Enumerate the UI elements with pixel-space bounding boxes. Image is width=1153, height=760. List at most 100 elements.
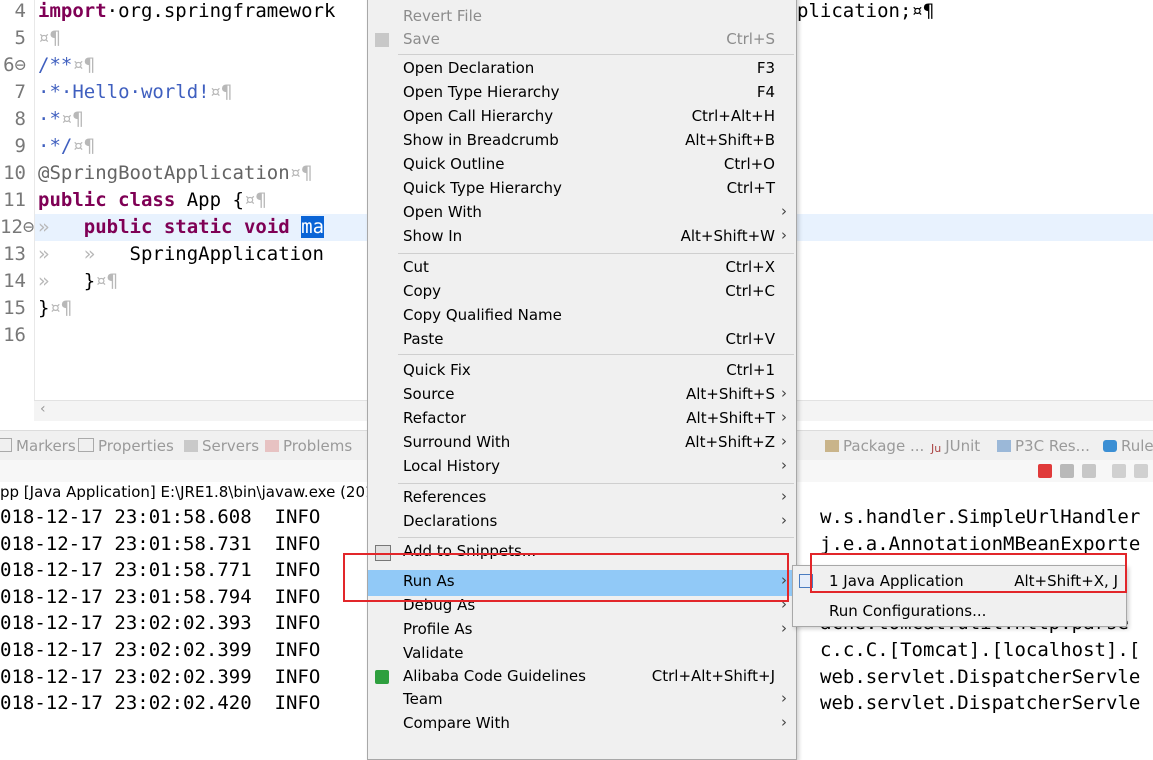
scroll-lock-icon[interactable]	[1134, 464, 1148, 478]
menu-item-shortcut: Ctrl+S	[726, 30, 775, 48]
log-line-right: w.s.handler.SimpleUrlHandler	[820, 506, 1141, 528]
code-line[interactable]: ·*/¤¶	[38, 133, 95, 160]
menu-item-label: Open Type Hierarchy	[403, 83, 560, 101]
menu-item-declarations[interactable]: Declarations ›	[368, 510, 796, 534]
remove-launch-icon[interactable]	[1060, 464, 1074, 478]
menu-item-profile-as[interactable]: Profile As ›	[368, 618, 796, 642]
tab-label: Markers	[16, 437, 76, 455]
code-token: ¤¶	[72, 54, 96, 76]
menu-item-open-type-hierarchy[interactable]: Open Type Hierarchy F4	[368, 81, 796, 105]
log-line-left: 018-12-17 23:02:02.420 INFO	[0, 692, 321, 715]
tab-package-explorer[interactable]: Package ...	[825, 437, 924, 455]
tab-servers[interactable]: Servers	[184, 437, 259, 455]
line-number: 12⊖	[0, 216, 35, 238]
code-line[interactable]: /**¤¶	[38, 52, 95, 79]
code-token: » »	[38, 243, 130, 265]
code-line[interactable]: ·*¤¶	[38, 106, 84, 133]
menu-item-copy-qualified-name[interactable]: Copy Qualified Name	[368, 304, 796, 328]
tab-label: Problems	[283, 437, 353, 455]
p3c-icon	[997, 440, 1011, 452]
line-number: 6⊖	[3, 54, 26, 76]
menu-item-label: Source	[403, 385, 455, 403]
scroll-left-icon[interactable]: ‹	[40, 401, 46, 417]
servers-icon	[184, 440, 198, 452]
code-line[interactable]: }¤¶	[38, 295, 72, 322]
tab-properties[interactable]: Properties	[78, 437, 174, 455]
menu-item-validate[interactable]: Validate	[368, 642, 796, 666]
menu-item-revert-file: Revert File	[368, 5, 796, 29]
terminate-icon[interactable]	[1038, 464, 1052, 478]
code-line[interactable]: » » SpringApplication	[38, 241, 324, 268]
code-line[interactable]: » }¤¶	[38, 268, 118, 295]
menu-item-copy[interactable]: Copy Ctrl+C	[368, 280, 796, 304]
menu-item-open-declaration[interactable]: Open Declaration F3	[368, 57, 796, 81]
save-icon	[375, 33, 389, 47]
menu-separator	[398, 483, 794, 484]
log-line-left: 018-12-17 23:01:58.771 INFO	[0, 559, 321, 582]
menu-item-references[interactable]: References ›	[368, 486, 796, 510]
package-icon	[825, 440, 839, 452]
menu-item-local-history[interactable]: Local History ›	[368, 455, 796, 479]
menu-item-compare-with[interactable]: Compare With ›	[368, 712, 796, 736]
menu-item-shortcut: Alt+Shift+S	[685, 385, 775, 403]
line-number: 10	[3, 162, 26, 184]
menu-item-shortcut: Ctrl+T	[726, 179, 775, 197]
submenu-arrow-icon: ›	[781, 619, 787, 637]
menu-item-team[interactable]: Team ›	[368, 688, 796, 712]
tab-label: P3C Res...	[1015, 437, 1090, 455]
line-number: 15	[3, 297, 26, 319]
log-line-right: c.c.C.[Tomcat].[localhost].[	[820, 639, 1141, 661]
code-token: }	[83, 270, 96, 292]
menu-item-label: Validate	[403, 644, 464, 662]
menu-item-shortcut: Ctrl+C	[725, 282, 775, 300]
menu-item-label: Compare With	[403, 714, 510, 732]
tab-label: Properties	[98, 437, 174, 455]
tab-problems[interactable]: Problems	[265, 437, 352, 455]
code-line[interactable]: @SpringBootApplication¤¶	[38, 160, 313, 187]
log-line-right: web.servlet.DispatcherServle	[820, 692, 1141, 715]
submenu-arrow-icon: ›	[781, 432, 787, 450]
log-line-right: web.servlet.DispatcherServle	[820, 665, 1141, 688]
log-line-left: 018-12-17 23:01:58.794 INFO	[0, 585, 321, 608]
tab-markers[interactable]: Markers	[0, 437, 76, 455]
menu-item-surround-with[interactable]: Surround With Alt+Shift+Z ›	[368, 431, 796, 455]
submenu-arrow-icon: ›	[781, 408, 787, 426]
menu-item-quick-outline[interactable]: Quick Outline Ctrl+O	[368, 153, 796, 177]
code-line[interactable]: ·*·Hello·world!¤¶	[38, 79, 232, 106]
tab-rule[interactable]: Rule	[1103, 437, 1153, 455]
rule-icon	[1103, 440, 1117, 452]
menu-item-open-with[interactable]: Open With ›	[368, 201, 796, 225]
menu-item-label: Show in Breadcrumb	[403, 131, 559, 149]
code-line-tail[interactable]: plication;¤¶	[797, 0, 934, 25]
menu-item-show-in-breadcrumb[interactable]: Show in Breadcrumb Alt+Shift+B	[368, 129, 796, 153]
menu-item-show-in[interactable]: Show In Alt+Shift+W ›	[368, 225, 796, 249]
remove-all-icon[interactable]	[1082, 464, 1096, 478]
tab-p3c-results[interactable]: P3C Res...	[997, 437, 1090, 455]
menu-item-paste[interactable]: Paste Ctrl+V	[368, 328, 796, 352]
code-line[interactable]: public class App {¤¶	[38, 187, 267, 214]
submenu-arrow-icon: ›	[781, 511, 787, 529]
code-token: ·org.springframework	[106, 0, 336, 22]
menu-item-alibaba-code-guidelines[interactable]: Alibaba Code Guidelines Ctrl+Alt+Shift+J	[368, 665, 796, 689]
menu-item-refactor[interactable]: Refactor Alt+Shift+T ›	[368, 407, 796, 431]
log-line-left: 018-12-17 23:01:58.731 INFO	[0, 532, 321, 555]
tab-junit[interactable]: Ju JUnit	[931, 437, 980, 455]
line-number: 5	[14, 27, 26, 49]
menu-item-cut[interactable]: Cut Ctrl+X	[368, 256, 796, 280]
menu-item-quick-fix[interactable]: Quick Fix Ctrl+1	[368, 359, 796, 383]
code-line[interactable]: » public static void ma	[38, 214, 325, 241]
menu-item-source[interactable]: Source Alt+Shift+S ›	[368, 383, 796, 407]
line-number-gutter: 4 5 6⊖ 7 8 9 10 11 12⊖ 13 14 15 16	[0, 0, 35, 400]
alibaba-guidelines-icon	[375, 670, 389, 684]
code-line[interactable]: import·org.springframework	[38, 0, 335, 25]
tab-label: JUnit	[945, 437, 981, 455]
menu-separator	[398, 537, 794, 538]
clear-console-icon[interactable]	[1112, 464, 1126, 478]
menu-item-label: Copy Qualified Name	[403, 306, 562, 324]
code-line[interactable]: ¤¶	[38, 25, 61, 52]
menu-item-quick-type-hierarchy[interactable]: Quick Type Hierarchy Ctrl+T	[368, 177, 796, 201]
submenu-item-run-configurations[interactable]: Run Configurations...	[793, 598, 1126, 624]
menu-item-open-call-hierarchy[interactable]: Open Call Hierarchy Ctrl+Alt+H	[368, 105, 796, 129]
